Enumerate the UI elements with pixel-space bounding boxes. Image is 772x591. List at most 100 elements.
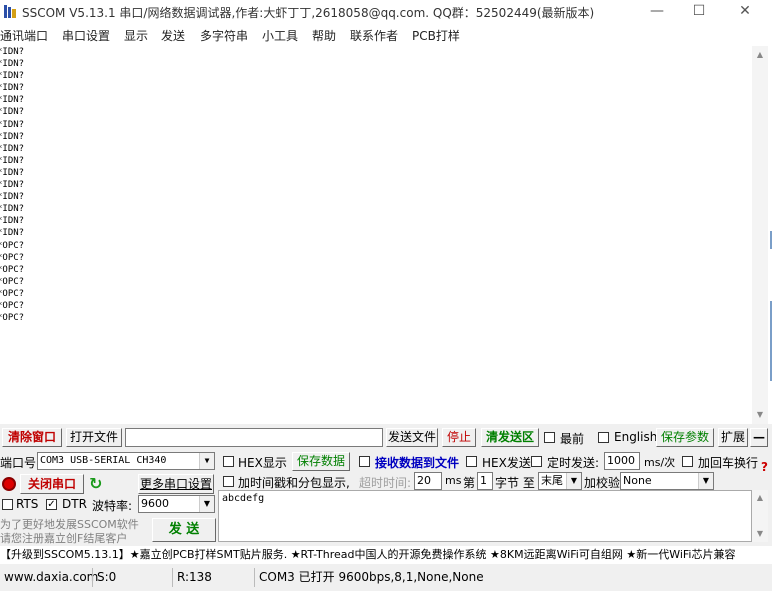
receive-line: *IDN? [0,119,25,130]
stop-button[interactable]: 停止 [442,428,476,447]
receive-textarea[interactable]: *IDN?*IDN?*IDN?*IDN?*IDN?*IDN?*IDN?*IDN?… [0,46,752,424]
receive-line: *OPC? [0,300,25,311]
menu-pcb[interactable]: PCB打样 [412,27,460,44]
receive-line: *IDN? [0,167,25,178]
more-settings-button[interactable]: 更多串口设置 [138,474,214,494]
port-select[interactable]: COM3 USB-SERIAL CH340 ▼ [37,452,215,470]
title-bar: SSCOM V5.13.1 串口/网络数据调试器,作者:大虾丁丁,2618058… [0,0,772,24]
interval-unit: ms/次 [644,456,676,469]
hex-display-checkbox[interactable] [223,456,234,467]
add-crlf-label: 加回车换行 [698,456,759,470]
receive-lines: *IDN?*IDN?*IDN?*IDN?*IDN?*IDN?*IDN?*IDN?… [0,46,752,324]
timeout-input[interactable]: 20 [414,472,442,490]
end-select[interactable]: 末尾 ▼ [538,472,582,490]
promo-line-2: 请您注册嘉立创F结尾客户 [0,532,128,545]
receive-line: *IDN? [0,95,25,106]
chevron-down-icon: ▼ [698,473,713,489]
scroll-up-icon[interactable]: ▲ [752,491,768,505]
status-website[interactable]: www.daxia.com [0,568,98,587]
hex-send-label: HEX发送 [482,456,531,470]
dtr-checkbox[interactable]: ✓ [46,499,57,510]
receive-line: *IDN? [0,228,25,239]
menu-send[interactable]: 发送 [161,27,185,44]
receive-scrollbar[interactable]: ▲ ▼ [752,46,768,424]
refresh-icon[interactable]: ↻ [89,474,105,494]
byte-suffix: 字节 至 [495,476,535,490]
interval-input[interactable]: 1000 [604,452,640,470]
checksum-label: 加校验 [584,476,621,490]
byte-index-input[interactable]: 1 [477,472,493,490]
topmost-checkbox[interactable] [544,432,555,443]
timeout-label: 超时时间: [359,476,412,490]
help-question-icon[interactable]: ? [761,460,768,474]
receive-to-file-label[interactable]: 接收数据到文件 [375,454,459,471]
ms-unit: ms [445,474,462,487]
send-file-button[interactable]: 发送文件 [386,428,438,447]
chevron-down-icon: ▼ [199,496,214,512]
expand-button[interactable]: 扩展 [718,428,748,447]
baud-select-value: 9600 [141,497,169,510]
status-bar: www.daxia.com S:0 R:138 COM3 已打开 9600bps… [0,566,772,591]
save-data-button[interactable]: 保存数据 [292,452,350,471]
menu-display[interactable]: 显示 [124,27,148,44]
baud-label: 波特率: [92,499,133,513]
add-crlf-checkbox[interactable] [682,456,693,467]
receive-line: *IDN? [0,107,25,118]
receive-line: *IDN? [0,192,25,203]
topmost-label: 最前 [560,432,585,446]
close-port-button[interactable]: 关闭串口 [20,474,84,494]
receive-line: *OPC? [0,240,25,251]
chevron-down-icon: ▼ [199,453,214,469]
maximize-button[interactable]: ☐ [676,0,722,24]
close-button[interactable]: ✕ [722,0,768,24]
rts-checkbox[interactable] [2,499,13,510]
english-checkbox[interactable] [598,432,609,443]
status-port-info: COM3 已打开 9600bps,8,1,None,None [254,568,559,587]
status-sent: S:0 [92,568,171,587]
menu-serial-settings[interactable]: 串口设置 [62,27,110,44]
clear-send-button[interactable]: 清发送区 [481,428,539,447]
receive-line: *IDN? [0,47,25,57]
send-button[interactable]: 发 送 [152,518,216,542]
menu-tools[interactable]: 小工具 [262,27,298,44]
end-select-value: 末尾 [541,474,563,487]
menu-bar: 通讯端口 串口设置 显示 发送 多字符串 小工具 帮助 联系作者 PCB打样 [0,24,772,46]
ad-ticker[interactable]: 【升级到SSCOM5.13.1】★嘉立创PCB打样SMT贴片服务. ★RT-Th… [0,546,772,564]
receive-line: *IDN? [0,131,25,142]
receive-line: *OPC? [0,252,25,263]
minimize-button[interactable]: — [634,0,680,24]
byte-prefix: 第 [463,476,476,490]
receive-line: *IDN? [0,83,25,94]
checksum-select[interactable]: None ▼ [620,472,714,490]
scroll-up-icon[interactable]: ▲ [752,48,768,62]
window-title: SSCOM V5.13.1 串口/网络数据调试器,作者:大虾丁丁,2618058… [22,6,595,20]
clear-window-button[interactable]: 清除窗口 [2,428,62,447]
receive-line: *OPC? [0,313,25,324]
open-file-button[interactable]: 打开文件 [66,428,122,447]
menu-contact-author[interactable]: 联系作者 [350,27,398,44]
receive-line: *IDN? [0,71,25,82]
file-path-input[interactable] [125,428,383,447]
baud-select[interactable]: 9600 ▼ [138,495,215,513]
save-params-button[interactable]: 保存参数 [656,428,714,447]
timestamp-label: 加时间戳和分包显示, [238,476,350,490]
menu-help[interactable]: 帮助 [312,27,336,44]
timed-send-label: 定时发送: [547,456,600,470]
send-scrollbar[interactable]: ▲ ▼ [752,490,768,542]
collapse-button[interactable]: — [750,428,768,447]
timed-send-checkbox[interactable] [531,456,542,467]
receive-line: *OPC? [0,276,25,287]
port-label: 端口号 [0,456,37,470]
send-textarea[interactable]: abcdefg [218,490,752,542]
scroll-down-icon[interactable]: ▼ [752,527,768,541]
checksum-select-value: None [623,474,652,487]
menu-comm-port[interactable]: 通讯端口 [0,27,48,44]
window-edge [768,46,772,424]
receive-line: *IDN? [0,155,25,166]
receive-to-file-checkbox[interactable] [359,456,370,467]
receive-line: *IDN? [0,143,25,154]
menu-multi-string[interactable]: 多字符串 [200,27,248,44]
hex-send-checkbox[interactable] [466,456,477,467]
timestamp-checkbox[interactable] [223,476,234,487]
scroll-down-icon[interactable]: ▼ [752,408,768,422]
